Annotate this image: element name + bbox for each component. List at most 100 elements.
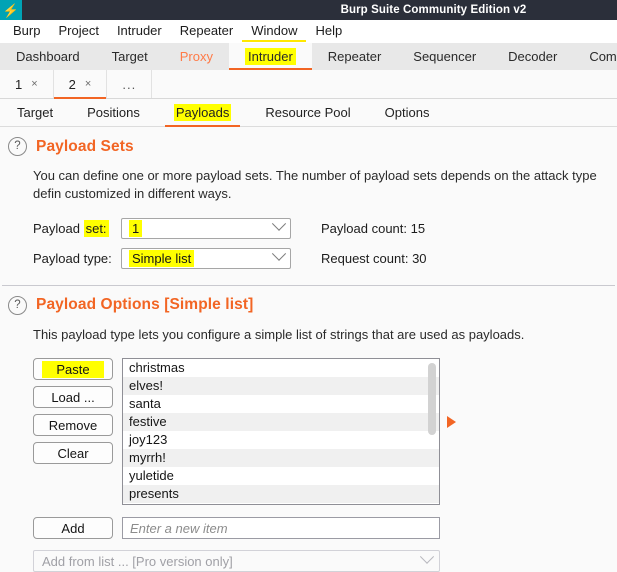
payloads-panel: ? Payload Sets You can define one or mor…	[0, 127, 617, 572]
subtab-resource-pool[interactable]: Resource Pool	[248, 99, 367, 126]
attack-tab-1[interactable]: 1 ×	[0, 70, 54, 98]
payload-count: Payload count: 15	[321, 221, 425, 236]
list-item[interactable]: festive	[123, 413, 439, 432]
menu-bar: Burp Project Intruder Repeater Window He…	[0, 20, 617, 43]
request-count-value: 30	[412, 250, 427, 266]
payload-type-value-wrap: Simple list	[129, 249, 195, 267]
attack-tab-1-label: 1	[15, 76, 23, 92]
payload-list-scrollbar[interactable]	[428, 363, 436, 502]
payload-options-title: Payload Options [Simple list]	[36, 296, 254, 314]
burp-suite-window: ⚡ Burp Suite Community Edition v2 Burp P…	[0, 0, 617, 572]
payload-sets-fields: Payload set: 1 Payload count: 15 Payload…	[33, 217, 617, 269]
load-button[interactable]: Load ...	[33, 386, 113, 409]
payload-set-row: Payload set: 1 Payload count: 15	[33, 217, 617, 239]
close-icon[interactable]: ×	[31, 78, 37, 90]
payload-sets-title: Payload Sets	[36, 137, 134, 155]
help-icon[interactable]: ?	[8, 137, 27, 156]
chevron-down-icon	[271, 217, 287, 232]
payload-type-row: Payload type: Simple list Request count:…	[33, 247, 617, 269]
tab-decoder[interactable]: Decoder	[492, 43, 573, 70]
help-icon[interactable]: ?	[8, 295, 27, 315]
orange-right-triangle-icon	[447, 416, 456, 429]
list-item[interactable]: santa	[123, 395, 439, 413]
list-item[interactable]: elves!	[123, 377, 439, 396]
payload-set-dropdown[interactable]: 1	[121, 217, 291, 239]
list-item[interactable]: christmas	[123, 359, 439, 377]
payload-set-label: Payload set:	[33, 219, 121, 237]
attack-tab-2[interactable]: 2 ×	[53, 70, 108, 99]
subtab-positions[interactable]: Positions	[70, 99, 157, 126]
add-item-input[interactable]: Enter a new item	[122, 517, 440, 540]
sub-tab-bar: Target Positions Payloads Resource Pool …	[0, 99, 617, 127]
attack-tab-bar: 1 × 2 × ...	[0, 70, 617, 99]
menu-item-repeater[interactable]: Repeater	[171, 20, 242, 42]
payload-count-value: 15	[410, 220, 426, 236]
paste-button-label: Paste	[42, 360, 104, 378]
menu-item-intruder[interactable]: Intruder	[108, 20, 171, 42]
tab-proxy[interactable]: Proxy	[164, 43, 229, 70]
tab-target[interactable]: Target	[96, 43, 164, 70]
remove-button-label: Remove	[48, 417, 98, 433]
tab-repeater[interactable]: Repeater	[312, 43, 397, 70]
payload-list[interactable]: christmas elves! santa festive joy123 my…	[122, 358, 440, 506]
payload-options-section: ? Payload Options [Simple list] This pay…	[0, 286, 617, 572]
attack-tab-overflow[interactable]: ...	[107, 70, 153, 98]
tab-dashboard[interactable]: Dashboard	[0, 43, 96, 70]
payload-set-label-prefix: Payload	[33, 220, 84, 236]
subtab-payloads[interactable]: Payloads	[157, 99, 248, 127]
list-item[interactable]: yuletide	[123, 467, 439, 485]
menu-item-help[interactable]: Help	[306, 20, 351, 42]
scrollbar-thumb[interactable]	[428, 363, 436, 436]
payload-set-label-highlight: set:	[83, 219, 109, 237]
main-tab-bar: Dashboard Target Proxy Intruder Repeater…	[0, 43, 617, 70]
tab-sequencer-label: Sequencer	[413, 49, 477, 64]
payload-sets-description: You can define one or more payload sets.…	[33, 168, 597, 202]
tab-comparer[interactable]: Compa	[573, 43, 617, 70]
load-button-label: Load ...	[51, 389, 95, 405]
add-button[interactable]: Add	[33, 517, 113, 540]
add-from-list-label: Add from list ... [Pro version only]	[42, 553, 233, 569]
chevron-down-icon	[271, 247, 287, 262]
list-item[interactable]: myrrh!	[123, 449, 439, 468]
payload-options-description: This payload type lets you configure a s…	[33, 326, 525, 342]
subtab-payloads-label: Payloads	[173, 104, 232, 121]
payload-set-value: 1	[129, 219, 143, 237]
subtab-options[interactable]: Options	[368, 99, 447, 126]
tab-sequencer[interactable]: Sequencer	[397, 43, 492, 70]
title-bar: ⚡ Burp Suite Community Edition v2	[0, 0, 617, 20]
chevron-down-icon	[419, 550, 435, 565]
attack-tab-2-label: 2	[68, 76, 76, 92]
clear-button[interactable]: Clear	[33, 442, 113, 465]
remove-button[interactable]: Remove	[33, 414, 113, 437]
payload-options-header: ? Payload Options [Simple list]	[0, 295, 617, 315]
payload-set-value-wrap: 1	[129, 219, 143, 237]
payload-sets-section: ? Payload Sets You can define one or mor…	[0, 127, 617, 269]
close-icon[interactable]: ×	[85, 78, 91, 90]
menu-item-burp[interactable]: Burp	[4, 20, 49, 42]
payload-type-dropdown[interactable]: Simple list	[121, 247, 291, 269]
subtab-resource-pool-label: Resource Pool	[265, 105, 351, 120]
subtab-target-label: Target	[17, 105, 54, 120]
subtab-options-label: Options	[384, 105, 430, 120]
list-item[interactable]: presents	[123, 485, 439, 504]
menu-item-window[interactable]: Window	[242, 20, 306, 42]
request-count: Request count: 30	[321, 251, 427, 266]
tab-intruder[interactable]: Intruder	[228, 43, 312, 70]
tab-dashboard-label: Dashboard	[16, 49, 80, 64]
tab-proxy-label: Proxy	[179, 49, 213, 64]
payload-list-editor: Paste Load ... Remove Clear christmas el…	[33, 358, 617, 506]
tab-intruder-label: Intruder	[244, 48, 296, 65]
payload-sets-header: ? Payload Sets	[0, 137, 617, 156]
tab-comparer-label: Compa	[589, 49, 617, 64]
tab-decoder-label: Decoder	[508, 49, 558, 64]
subtab-positions-label: Positions	[87, 105, 140, 120]
add-from-list-dropdown: Add from list ... [Pro version only]	[33, 550, 440, 572]
payload-list-buttons: Paste Load ... Remove Clear	[33, 358, 113, 465]
payload-type-label: Payload type:	[33, 250, 112, 266]
tab-repeater-label: Repeater	[327, 49, 382, 64]
window-title: Burp Suite Community Edition v2	[340, 4, 527, 16]
subtab-target[interactable]: Target	[0, 99, 70, 126]
menu-item-project[interactable]: Project	[49, 20, 107, 42]
list-item[interactable]: joy123	[123, 431, 439, 449]
paste-button[interactable]: Paste	[33, 358, 113, 381]
